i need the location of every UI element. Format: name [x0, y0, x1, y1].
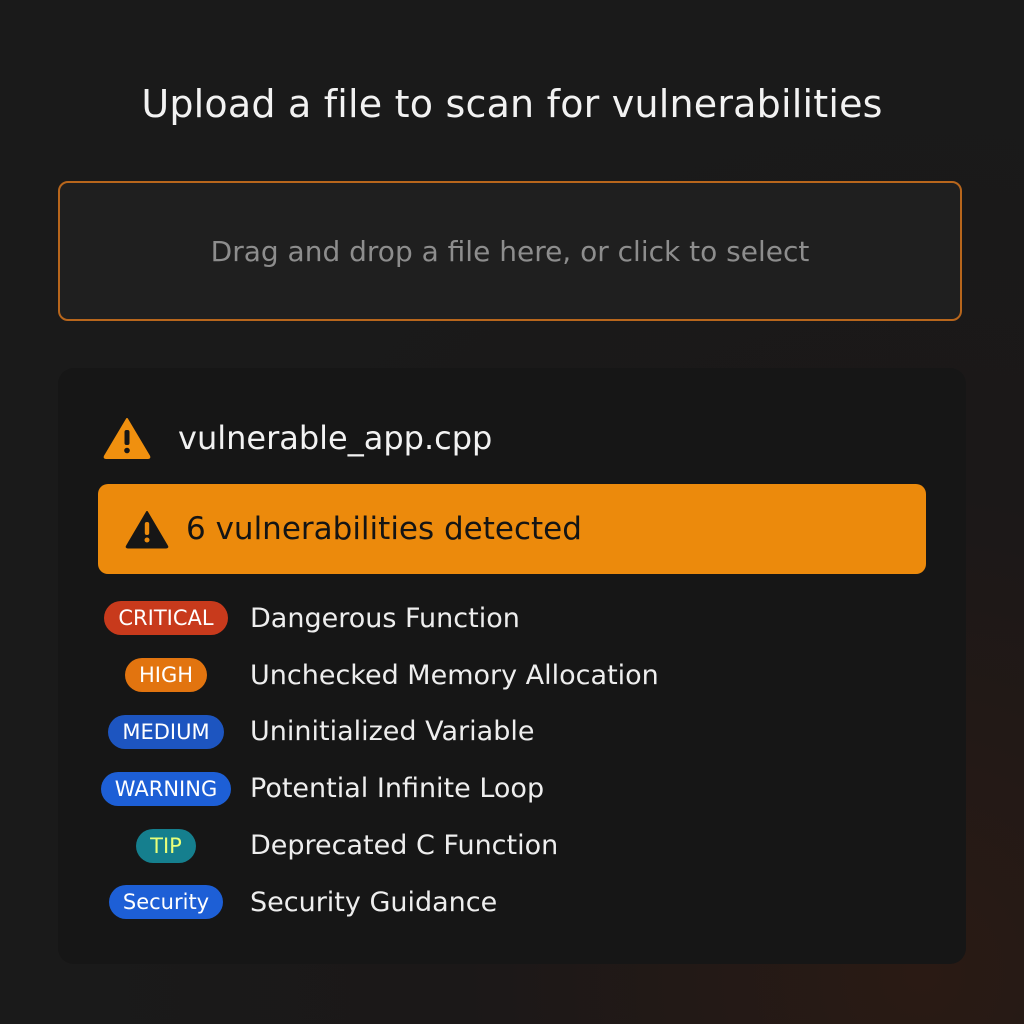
vulnerability-title: Security Guidance — [250, 886, 498, 918]
dropzone-instructions: Drag and drop a file here, or click to s… — [210, 234, 810, 268]
vulnerability-item-security[interactable]: Security Security Guidance — [98, 874, 926, 931]
scanned-file-header: vulnerable_app.cpp — [102, 416, 492, 460]
vulnerability-title: Potential Infinite Loop — [250, 773, 545, 805]
vulnerability-list: CRITICAL Dangerous Function HIGH Uncheck… — [98, 590, 926, 931]
page-title: Upload a file to scan for vulnerabilitie… — [141, 82, 883, 126]
severity-badge-warning: WARNING — [100, 771, 232, 806]
severity-badge-medium: MEDIUM — [108, 714, 224, 749]
alert-warning-icon — [124, 509, 170, 549]
vulnerability-title: Deprecated C Function — [250, 830, 559, 862]
vulnerability-count-alert: 6 vulnerabilities detected — [98, 484, 926, 574]
severity-badge-critical: CRITICAL — [104, 601, 228, 636]
warning-triangle-icon — [102, 416, 152, 460]
vulnerability-title: Dangerous Function — [250, 602, 520, 634]
vulnerability-item-medium[interactable]: MEDIUM Uninitialized Variable — [98, 704, 926, 761]
vulnerability-item-tip[interactable]: TIP Deprecated C Function — [98, 817, 926, 874]
vulnerability-item-high[interactable]: HIGH Unchecked Memory Allocation — [98, 647, 926, 704]
scan-results-panel: vulnerable_app.cpp 6 vulnerabilities det… — [58, 368, 966, 964]
vulnerability-title: Unchecked Memory Allocation — [250, 659, 659, 691]
vulnerability-item-critical[interactable]: CRITICAL Dangerous Function — [98, 590, 926, 647]
severity-badge-tip: TIP — [136, 828, 196, 863]
scanned-file-name: vulnerable_app.cpp — [178, 419, 493, 457]
severity-badge-high: HIGH — [124, 658, 208, 693]
file-dropzone[interactable]: Drag and drop a file here, or click to s… — [58, 181, 962, 321]
vulnerability-item-warning[interactable]: WARNING Potential Infinite Loop — [98, 760, 926, 817]
alert-message: 6 vulnerabilities detected — [186, 511, 582, 547]
vulnerability-title: Uninitialized Variable — [250, 716, 535, 748]
severity-badge-security: Security — [108, 885, 224, 920]
